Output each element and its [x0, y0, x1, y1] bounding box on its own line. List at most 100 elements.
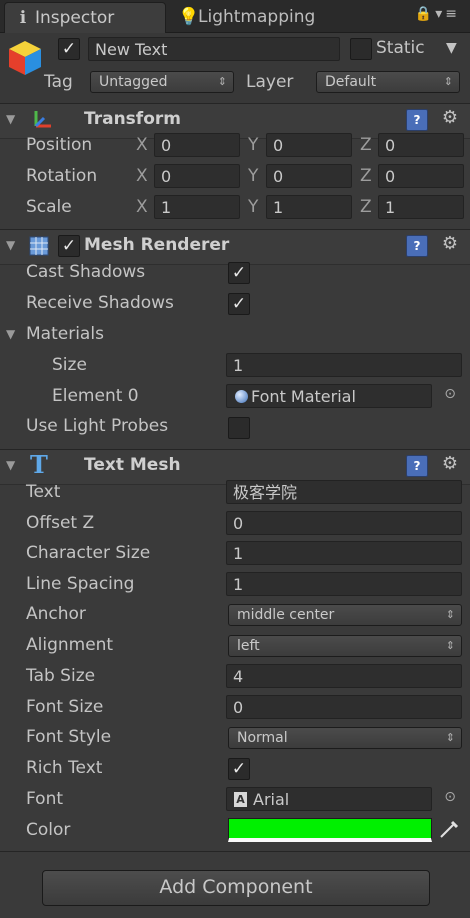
scale-z-field[interactable]: 1 [378, 195, 464, 219]
text-input[interactable]: 极客学院 [226, 480, 462, 504]
axis-z-label: Z [360, 166, 372, 186]
axis-x-label: X [136, 135, 148, 155]
materials-size-label: Size [52, 355, 87, 375]
static-label: Static [376, 38, 425, 58]
materials-foldout-arrow-icon[interactable]: ▼ [6, 327, 15, 341]
character-size-label: Character Size [26, 543, 151, 563]
scale-label: Scale [26, 197, 72, 217]
help-book-icon[interactable]: ? [406, 109, 428, 131]
rich-text-checkbox[interactable]: ✓ [228, 758, 250, 780]
axis-z-label: Z [360, 197, 372, 217]
gameobject-cube-icon [9, 41, 41, 75]
rotation-y-field[interactable]: 0 [266, 164, 352, 188]
divider [0, 851, 470, 852]
settings-gear-icon[interactable]: ⚙ [442, 233, 458, 254]
tag-value: Untagged [99, 74, 168, 90]
anchor-label: Anchor [26, 604, 86, 624]
font-style-label: Font Style [26, 727, 112, 747]
settings-gear-icon[interactable]: ⚙ [442, 107, 458, 128]
transform-axes-icon [34, 111, 51, 128]
position-z-field[interactable]: 0 [378, 133, 464, 157]
active-checkbox[interactable]: ✓ [58, 38, 80, 60]
font-size-label: Font Size [26, 697, 104, 717]
light-probes-checkbox[interactable]: ✓ [228, 417, 250, 439]
color-swatch[interactable] [228, 818, 432, 842]
font-object-field[interactable]: A Arial [226, 787, 432, 811]
tag-dropdown[interactable]: Untagged ⇕ [90, 71, 234, 93]
anchor-value: middle center [237, 607, 335, 623]
font-style-dropdown[interactable]: Normal ⇕ [228, 727, 462, 749]
foldout-arrow-icon[interactable]: ▼ [6, 112, 15, 126]
offset-z-label: Offset Z [26, 513, 95, 533]
axis-y-label: Y [248, 197, 259, 217]
font-label: Font [26, 789, 64, 809]
tab-menu-icon[interactable]: 🔒▾≡ [415, 6, 460, 22]
offset-z-field[interactable]: 0 [226, 511, 462, 535]
layer-value: Default [325, 74, 377, 90]
line-spacing-label: Line Spacing [26, 574, 135, 594]
static-checkbox[interactable]: ✓ [350, 38, 372, 60]
axis-y-label: Y [248, 166, 259, 186]
position-y-field[interactable]: 0 [266, 133, 352, 157]
line-spacing-field[interactable]: 1 [226, 572, 462, 596]
help-book-icon[interactable]: ? [406, 455, 428, 477]
materials-size-field[interactable]: 1 [226, 353, 462, 377]
scale-y-field[interactable]: 1 [266, 195, 352, 219]
anchor-dropdown[interactable]: middle center ⇕ [228, 604, 462, 626]
material-sphere-icon [235, 390, 248, 403]
object-header: ✓ New Text ✓ Static ▼ Tag Untagged ⇕ Laye… [0, 33, 470, 104]
element0-object-field[interactable]: Font Material [226, 384, 432, 408]
transform-title: Transform [84, 109, 181, 129]
scale-x-field[interactable]: 1 [154, 195, 240, 219]
text-mesh-title: Text Mesh [84, 455, 181, 475]
updown-arrow-icon: ⇕ [445, 731, 455, 744]
tab-lightmapping[interactable]: 💡Lightmapping [168, 2, 338, 32]
text-label: Text [26, 482, 61, 502]
rich-text-label: Rich Text [26, 758, 103, 778]
updown-arrow-icon: ⇕ [443, 75, 453, 88]
eyedropper-icon[interactable] [438, 818, 460, 840]
color-label: Color [26, 820, 71, 840]
receive-shadows-checkbox[interactable]: ✓ [228, 293, 250, 315]
tag-label: Tag [44, 72, 73, 92]
foldout-arrow-icon[interactable]: ▼ [6, 458, 15, 472]
mesh-renderer-enabled-checkbox[interactable]: ✓ [58, 235, 80, 257]
info-icon: ℹ [19, 8, 27, 28]
font-style-value: Normal [237, 730, 288, 746]
receive-shadows-label: Receive Shadows [26, 293, 174, 313]
font-asset-icon: A [234, 792, 247, 807]
materials-label[interactable]: Materials [26, 322, 104, 346]
tab-size-field[interactable]: 4 [226, 664, 462, 688]
character-size-field[interactable]: 1 [226, 541, 462, 565]
text-mesh-icon: T [30, 450, 48, 479]
layer-dropdown[interactable]: Default ⇕ [316, 71, 460, 93]
light-probes-label: Use Light Probes [26, 416, 169, 436]
rotation-label: Rotation [26, 166, 98, 186]
object-picker-icon[interactable]: ⊙ [444, 386, 456, 402]
updown-arrow-icon: ⇕ [445, 608, 455, 621]
settings-gear-icon[interactable]: ⚙ [442, 453, 458, 474]
axis-x-label: X [136, 197, 148, 217]
rotation-z-field[interactable]: 0 [378, 164, 464, 188]
rotation-x-field[interactable]: 0 [154, 164, 240, 188]
alignment-value: left [237, 638, 260, 654]
static-dropdown-arrow[interactable]: ▼ [446, 36, 457, 60]
foldout-arrow-icon[interactable]: ▼ [6, 238, 15, 252]
alignment-dropdown[interactable]: left ⇕ [228, 635, 462, 657]
add-component-button[interactable]: Add Component [42, 870, 430, 906]
object-picker-icon[interactable]: ⊙ [444, 789, 456, 805]
help-book-icon[interactable]: ? [406, 235, 428, 257]
layer-label: Layer [246, 72, 294, 92]
object-name-input[interactable]: New Text [88, 37, 340, 61]
axis-x-label: X [136, 166, 148, 186]
cast-shadows-checkbox[interactable]: ✓ [228, 262, 250, 284]
updown-arrow-icon: ⇕ [217, 75, 227, 88]
axis-z-label: Z [360, 135, 372, 155]
tab-inspector[interactable]: ℹ Inspector [4, 2, 166, 33]
element0-value: Font Material [251, 387, 356, 406]
mesh-renderer-icon [29, 236, 49, 256]
lightbulb-icon: 💡 [178, 7, 200, 27]
font-size-field[interactable]: 0 [226, 695, 462, 719]
position-x-field[interactable]: 0 [154, 133, 240, 157]
alignment-label: Alignment [26, 635, 114, 655]
